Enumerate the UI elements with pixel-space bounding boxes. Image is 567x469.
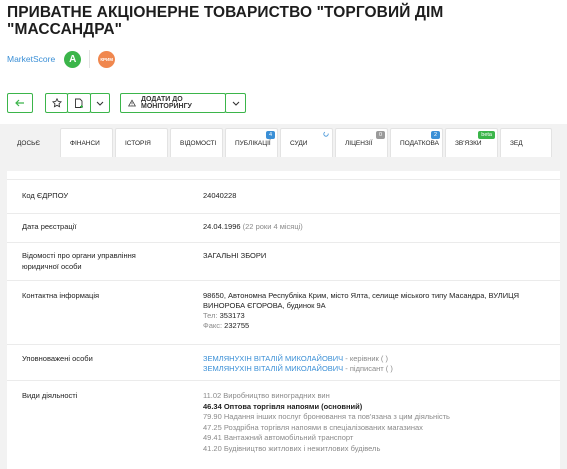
fax-line: Факс: 232755: [203, 321, 548, 331]
tab-label: ВІДОМОСТІ: [180, 140, 217, 147]
detail-label: Код ЄДРПОУ: [22, 191, 69, 200]
activity-item: 41.20 Будівництво житлових і нежитлових …: [203, 443, 381, 453]
detail-row-contacts: Контактна інформація 98650, Автономна Ре…: [7, 280, 560, 344]
tab-records[interactable]: ВІДОМОСТІ: [170, 128, 223, 157]
tab-connections[interactable]: beta ЗВ'ЯЗКИ: [445, 128, 498, 157]
warning-icon: [128, 99, 136, 107]
detail-row-authorized: Уповноважені особи ЗЕМЛЯНУХІН ВІТАЛІЙ МИ…: [7, 344, 560, 380]
chevron-down-icon: [232, 101, 239, 106]
tab-label: ЛІЦЕНЗІЇ: [345, 140, 373, 147]
person-role: - керівник ( ): [345, 354, 388, 363]
tab-label: ЗЕД: [510, 140, 523, 147]
phone-value: 353173: [219, 311, 245, 320]
marketscore-link[interactable]: MarketScore: [7, 54, 55, 64]
registration-date: 24.04.1996: [203, 222, 241, 231]
dossier-panel: Код ЄДРПОУ 24040228 Дата реєстрації 24.0…: [7, 171, 560, 469]
tab-label: ФІНАНСИ: [70, 140, 100, 147]
export-dropdown-button[interactable]: [90, 93, 110, 113]
tab-finance[interactable]: ФІНАНСИ: [60, 128, 113, 157]
tab-label: ІСТОРІЯ: [125, 140, 151, 147]
detail-row-activities: Види діяльності 11.02 Виробництво виногр…: [7, 380, 560, 469]
detail-row-edrpou: Код ЄДРПОУ 24040228: [7, 179, 560, 213]
tab-courts[interactable]: СУДИ: [280, 128, 333, 157]
detail-label: Види діяльності: [22, 391, 78, 400]
person-link[interactable]: ЗЕМЛЯНУХІН ВІТАЛІЙ МИКОЛАЙОВИЧ: [203, 364, 343, 373]
person-role: - підписант ( ): [345, 364, 393, 373]
star-icon: [51, 98, 62, 108]
activity-item: 11.02 Виробництво виноградних вин: [203, 391, 330, 400]
tab-label: ПОДАТКОВА: [400, 140, 440, 147]
authorized-persons: ЗЕМЛЯНУХІН ВІТАЛІЙ МИКОЛАЙОВИЧ - керівни…: [203, 354, 548, 374]
company-age: (22 роки 4 місяці): [242, 222, 303, 231]
tab-foreign-trade[interactable]: ЗЕД: [500, 128, 552, 157]
phone-label: Тел:: [203, 311, 218, 320]
document-add-icon: [75, 98, 83, 108]
divider: [89, 50, 91, 68]
fax-value: 232755: [224, 321, 250, 330]
licenses-count-badge: 0: [375, 131, 385, 139]
phone-line: Тел: 353173: [203, 311, 548, 321]
marketscore-row: MarketScore A КРИМ: [7, 49, 116, 69]
activity-item: 79.90 Надання інших послуг бронювання та…: [203, 412, 450, 421]
contacts-value: 98650, Автономна Республіка Крим, місто …: [203, 291, 548, 331]
chevron-down-icon: [96, 101, 104, 106]
management-value: ЗАГАЛЬНІ ЗБОРИ: [203, 251, 267, 260]
activity-item: 49.41 Вантажний автомобільний транспорт: [203, 433, 354, 442]
person-line: ЗЕМЛЯНУХІН ВІТАЛІЙ МИКОЛАЙОВИЧ - підписа…: [203, 364, 548, 374]
tab-label: ПУБЛІКАЦІЇ: [235, 140, 271, 147]
edrpou-value: 24040228: [203, 191, 237, 200]
arrow-left-icon: [15, 99, 24, 107]
detail-label: Уповноважені особи: [22, 354, 93, 363]
back-button[interactable]: [7, 93, 33, 113]
activity-item-main: 46.34 Оптова торгівля напоями (основний): [203, 401, 363, 411]
tab-history[interactable]: ІСТОРІЯ: [115, 128, 168, 157]
favorite-button[interactable]: [45, 93, 68, 113]
address: 98650, Автономна Республіка Крим, місто …: [203, 291, 520, 310]
monitoring-dropdown-button[interactable]: [225, 93, 246, 113]
person-line: ЗЕМЛЯНУХІН ВІТАЛІЙ МИКОЛАЙОВИЧ - керівни…: [203, 354, 548, 364]
detail-label: Дата реєстрації: [22, 222, 77, 231]
publications-count-badge: 4: [265, 131, 275, 139]
export-button[interactable]: [67, 93, 91, 113]
activities-list: 11.02 Виробництво виноградних вин 46.34 …: [203, 391, 548, 454]
registration-value: 24.04.1996 (22 роки 4 місяці): [203, 222, 548, 232]
marketscore-grade-badge[interactable]: A: [64, 50, 82, 68]
activity-item: 47.25 Роздрібна торгівля напоями в спеці…: [203, 422, 423, 432]
add-to-monitoring-button[interactable]: ДОДАТИ ДО МОНІТОРИНГУ: [120, 93, 226, 113]
tax-count-badge: 2: [430, 131, 440, 139]
tab-label: СУДИ: [290, 140, 308, 147]
tab-licenses[interactable]: 0 ЛІЦЕНЗІЇ: [335, 128, 388, 157]
detail-row-management: Відомості про органи управління юридично…: [7, 242, 560, 280]
tab-tax[interactable]: 2 ПОДАТКОВА: [390, 128, 443, 157]
monitoring-label: ДОДАТИ ДО МОНІТОРИНГУ: [141, 96, 192, 110]
fax-label: Факс:: [203, 321, 223, 330]
detail-label: Відомості про органи управління юридично…: [22, 251, 136, 271]
page-title: ПРИВАТНЕ АКЦІОНЕРНЕ ТОВАРИСТВО "ТОРГОВИЙ…: [7, 4, 444, 38]
detail-label: Контактна інформація: [22, 291, 100, 300]
person-link[interactable]: ЗЕМЛЯНУХІН ВІТАЛІЙ МИКОЛАЙОВИЧ: [203, 354, 343, 363]
tab-publications[interactable]: 4 ПУБЛІКАЦІЇ: [225, 128, 278, 157]
beta-badge: beta: [478, 131, 495, 139]
detail-row-registration: Дата реєстрації 24.04.1996 (22 роки 4 мі…: [7, 213, 560, 242]
tab-label: ДОСЬЄ: [17, 140, 41, 147]
tab-dossier[interactable]: ДОСЬЄ: [7, 125, 58, 157]
loading-icon: [323, 131, 329, 137]
crimea-badge: КРИМ: [98, 50, 116, 68]
tab-label: ЗВ'ЯЗКИ: [455, 140, 482, 147]
